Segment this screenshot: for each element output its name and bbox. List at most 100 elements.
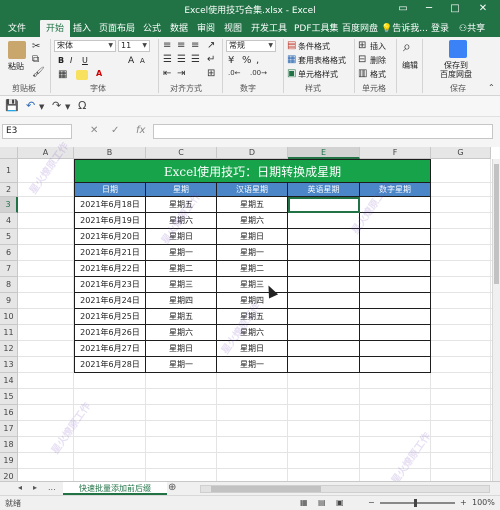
column-header-e[interactable]: E — [288, 147, 360, 159]
ribbon-display-options-icon[interactable]: ▭ — [392, 0, 414, 18]
number-weekday-cell[interactable] — [360, 213, 431, 229]
collapse-ribbon-icon[interactable]: ⌃ — [488, 82, 495, 93]
english-weekday-cell[interactable] — [288, 229, 360, 245]
tab-developer[interactable]: 开发工具 — [251, 21, 287, 34]
copy-icon[interactable]: ⧉ — [32, 54, 39, 65]
paste-icon[interactable] — [8, 41, 26, 59]
row-header-4[interactable]: 4 — [0, 213, 18, 229]
number-weekday-cell[interactable] — [360, 197, 431, 213]
cut-icon[interactable]: ✂ — [32, 41, 40, 52]
sheet-more-icon[interactable]: ... — [48, 483, 56, 492]
zoom-in-icon[interactable]: + — [460, 498, 467, 507]
weekday-cell[interactable]: 星期五 — [146, 309, 217, 325]
format-cells-button[interactable]: 格式 — [370, 69, 386, 80]
weekday-cell[interactable]: 星期一 — [146, 245, 217, 261]
column-header-b[interactable]: B — [74, 147, 146, 159]
normal-view-icon[interactable]: ▦ — [300, 498, 308, 507]
english-weekday-cell[interactable] — [288, 213, 360, 229]
weekday-cell[interactable]: 星期三 — [146, 277, 217, 293]
paste-button-label[interactable]: 粘贴 — [8, 61, 24, 72]
row-header-5[interactable]: 5 — [0, 229, 18, 245]
font-grow-button[interactable]: A — [128, 56, 134, 66]
row-header-15[interactable]: 15 — [0, 389, 18, 405]
formula-input[interactable] — [153, 124, 493, 139]
tab-insert[interactable]: 插入 — [73, 21, 91, 34]
font-name-select[interactable]: 宋体 ▼ — [54, 40, 116, 52]
editing-button[interactable]: 编辑 — [402, 60, 418, 71]
insert-cells-button[interactable]: 插入 — [370, 41, 386, 52]
number-weekday-cell[interactable] — [360, 325, 431, 341]
english-weekday-cell[interactable] — [288, 245, 360, 261]
bold-button[interactable]: B — [58, 56, 64, 65]
symbol-icon[interactable]: Ω — [78, 99, 86, 112]
font-shrink-button[interactable]: A — [140, 57, 145, 65]
number-weekday-cell[interactable] — [360, 357, 431, 373]
column-header-g[interactable]: G — [431, 147, 491, 159]
italic-button[interactable]: I — [70, 56, 72, 65]
row-header-11[interactable]: 11 — [0, 325, 18, 341]
tell-me-search[interactable]: 💡告诉我... — [381, 21, 428, 34]
date-cell[interactable]: 2021年6月24日 — [74, 293, 146, 309]
indent-decrease-icon[interactable]: ⇤ — [163, 68, 171, 79]
header-weekday[interactable]: 星期 — [146, 183, 217, 197]
row-header-9[interactable]: 9 — [0, 293, 18, 309]
page-layout-view-icon[interactable]: ▤ — [318, 498, 326, 507]
weekday-cell[interactable]: 星期一 — [146, 357, 217, 373]
chinese-weekday-cell[interactable]: 星期日 — [217, 229, 288, 245]
zoom-slider[interactable] — [380, 502, 455, 504]
underline-button[interactable]: U — [82, 56, 88, 65]
date-cell[interactable]: 2021年6月25日 — [74, 309, 146, 325]
horizontal-scroll-thumb[interactable] — [211, 486, 321, 492]
format-as-table-button[interactable]: 套用表格格式 — [298, 55, 346, 66]
tab-home[interactable]: 开始 — [40, 20, 71, 37]
undo-icon[interactable]: ↶ — [26, 99, 35, 112]
vertical-scroll-thumb[interactable] — [494, 164, 499, 284]
tab-view[interactable]: 视图 — [224, 21, 242, 34]
number-weekday-cell[interactable] — [360, 277, 431, 293]
name-box[interactable]: E3 — [2, 124, 72, 139]
row-header-6[interactable]: 6 — [0, 245, 18, 261]
weekday-cell[interactable]: 星期二 — [146, 261, 217, 277]
tab-formulas[interactable]: 公式 — [143, 21, 161, 34]
chinese-weekday-cell[interactable]: 星期二 — [217, 261, 288, 277]
save-to-baidu-label-2[interactable]: 百度网盘 — [440, 69, 472, 80]
chinese-weekday-cell[interactable]: 星期六 — [217, 213, 288, 229]
header-chinese-weekday[interactable]: 汉语星期 — [217, 183, 288, 197]
date-cell[interactable]: 2021年6月19日 — [74, 213, 146, 229]
row-header-19[interactable]: 19 — [0, 453, 18, 469]
header-number-weekday[interactable]: 数字星期 — [360, 183, 431, 197]
weekday-cell[interactable]: 星期日 — [146, 341, 217, 357]
merge-center-icon[interactable]: ⊞ — [207, 68, 215, 79]
tab-review[interactable]: 审阅 — [197, 21, 215, 34]
chinese-weekday-cell[interactable]: 星期三 — [217, 277, 288, 293]
number-format-select[interactable]: 常规 ▼ — [226, 40, 276, 52]
date-cell[interactable]: 2021年6月28日 — [74, 357, 146, 373]
date-cell[interactable]: 2021年6月27日 — [74, 341, 146, 357]
english-weekday-cell[interactable] — [288, 357, 360, 373]
english-weekday-cell[interactable] — [288, 261, 360, 277]
tab-data[interactable]: 数据 — [170, 21, 188, 34]
align-center-icon[interactable]: ☰ — [177, 54, 186, 65]
english-weekday-cell[interactable] — [288, 277, 360, 293]
tab-pdf-tools[interactable]: PDF工具集 — [294, 21, 339, 34]
confirm-icon[interactable]: ✓ — [111, 125, 119, 136]
tab-page-layout[interactable]: 页面布局 — [99, 21, 135, 34]
indent-increase-icon[interactable]: ⇥ — [177, 68, 185, 79]
date-cell[interactable]: 2021年6月18日 — [74, 197, 146, 213]
orientation-icon[interactable]: ↗ — [207, 40, 215, 51]
baidu-cloud-icon[interactable] — [449, 40, 467, 58]
comma-style-icon[interactable]: , — [256, 55, 259, 66]
align-right-icon[interactable]: ☰ — [191, 54, 200, 65]
row-header-16[interactable]: 16 — [0, 405, 18, 421]
chevron-down-icon[interactable]: ▼ — [65, 103, 70, 111]
font-color-icon[interactable]: A — [96, 69, 102, 78]
row-header-1[interactable]: 1 — [0, 159, 18, 183]
search-icon[interactable]: ⌕ — [403, 40, 411, 54]
header-english-weekday[interactable]: 英语星期 — [288, 183, 360, 197]
chevron-down-icon[interactable]: ▼ — [39, 103, 44, 111]
number-weekday-cell[interactable] — [360, 229, 431, 245]
border-icon[interactable]: ▦ — [58, 69, 67, 80]
decrease-decimal-icon[interactable]: .00→ — [250, 68, 267, 79]
insert-function-button[interactable]: fx — [136, 125, 145, 136]
increase-decimal-icon[interactable]: .0← — [228, 68, 241, 79]
